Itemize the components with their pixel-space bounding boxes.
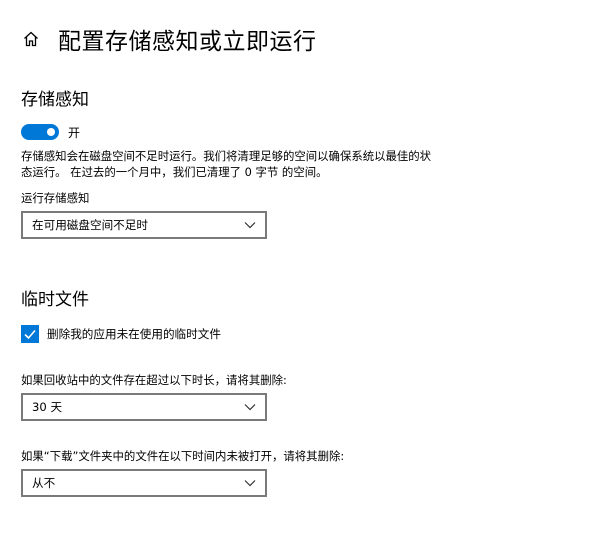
chevron-down-icon bbox=[244, 479, 256, 487]
delete-temp-files-checkbox[interactable] bbox=[21, 325, 39, 343]
chevron-down-icon bbox=[244, 403, 256, 411]
storage-sense-description: 存储感知会在磁盘空间不足时运行。我们将清理足够的空间以确保系统以最佳的状态运行。… bbox=[21, 149, 432, 179]
delete-temp-files-label: 删除我的应用未在使用的临时文件 bbox=[47, 327, 221, 341]
page-header: 配置存储感知或立即运行 bbox=[18, 22, 317, 56]
storage-sense-toggle[interactable] bbox=[21, 124, 59, 140]
recycle-bin-dropdown[interactable]: 30 天 bbox=[21, 393, 267, 421]
downloads-dropdown[interactable]: 从不 bbox=[21, 469, 267, 497]
recycle-bin-label: 如果回收站中的文件存在超过以下时长，请将其删除: bbox=[21, 373, 287, 387]
temp-files-section-title: 临时文件 bbox=[21, 290, 89, 310]
delete-temp-files-row: 删除我的应用未在使用的临时文件 bbox=[21, 325, 221, 343]
page-title: 配置存储感知或立即运行 bbox=[58, 29, 317, 55]
home-button[interactable] bbox=[18, 26, 44, 52]
run-storage-sense-label: 运行存储感知 bbox=[21, 191, 90, 205]
chevron-down-icon bbox=[244, 221, 256, 229]
downloads-value: 从不 bbox=[32, 476, 56, 490]
home-icon bbox=[24, 31, 38, 47]
settings-page: 配置存储感知或立即运行 存储感知 开 存储感知会在磁盘空间不足时运行。我们将清理… bbox=[0, 0, 600, 534]
downloads-label: 如果“下载”文件夹中的文件在以下时间内未被打开，请将其删除: bbox=[21, 449, 345, 463]
toggle-knob bbox=[47, 128, 55, 136]
storage-sense-toggle-row: 开 bbox=[21, 123, 80, 141]
toggle-state-label: 开 bbox=[68, 125, 81, 140]
run-storage-sense-value: 在可用磁盘空间不足时 bbox=[32, 218, 148, 232]
checkmark-icon bbox=[24, 329, 36, 340]
storage-sense-section-title: 存储感知 bbox=[21, 90, 89, 110]
recycle-bin-value: 30 天 bbox=[32, 400, 63, 414]
run-storage-sense-dropdown[interactable]: 在可用磁盘空间不足时 bbox=[21, 211, 267, 239]
